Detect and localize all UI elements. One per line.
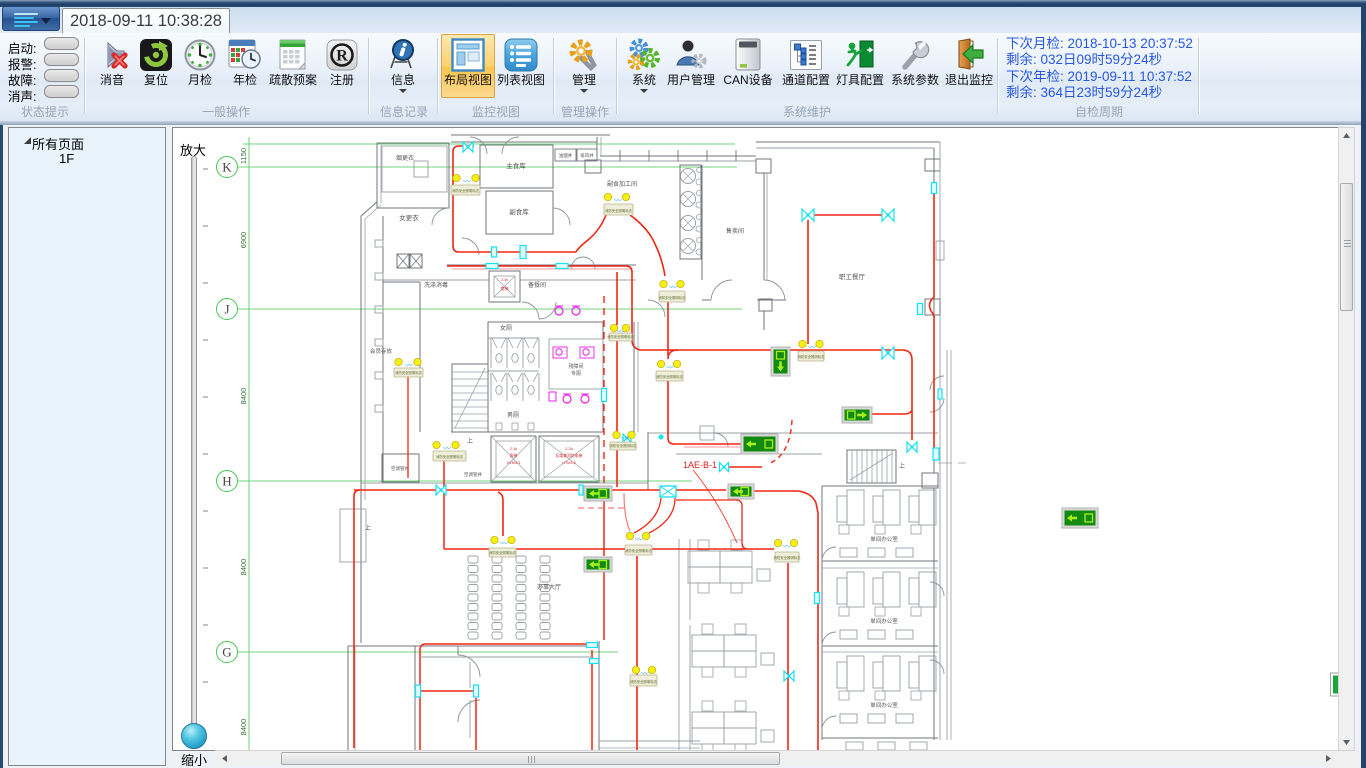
svg-text:消防安全照明标志: 消防安全照明标志 xyxy=(607,334,635,339)
svg-text:HTM4.5: HTM4.5 xyxy=(507,461,521,465)
svg-text:消防安全照明标志: 消防安全照明标志 xyxy=(395,370,423,375)
svg-text:HTM4.5: HTM4.5 xyxy=(562,461,576,465)
svg-text:2-2#: 2-2# xyxy=(565,447,573,451)
svg-text:8400: 8400 xyxy=(239,388,248,405)
svg-text:消防安全照明标志: 消防安全照明标志 xyxy=(630,679,658,684)
svg-text:男厕: 男厕 xyxy=(507,412,519,419)
svg-text:女厕: 女厕 xyxy=(500,324,512,332)
svg-text:食梯: 食梯 xyxy=(501,285,509,291)
svg-text:8400: 8400 xyxy=(239,559,248,576)
svg-text:1AE-B-1: 1AE-B-1 xyxy=(683,460,717,470)
svg-text:备餐间: 备餐间 xyxy=(528,281,546,289)
svg-text:单间办公室: 单间办公室 xyxy=(870,617,898,625)
svg-text:消防安全照明标志: 消防安全照明标志 xyxy=(605,208,633,213)
svg-text:6900: 6900 xyxy=(239,232,248,249)
svg-text:2-3#: 2-3# xyxy=(501,278,508,282)
svg-text:空调管井: 空调管井 xyxy=(391,465,409,472)
svg-text:客梯: 客梯 xyxy=(510,453,518,458)
svg-text:8400: 8400 xyxy=(239,719,248,736)
svg-text:上: 上 xyxy=(365,524,371,532)
svg-text:H: H xyxy=(222,474,231,489)
svg-text:空调管井: 空调管井 xyxy=(464,471,482,478)
svg-text:残障间: 残障间 xyxy=(568,363,583,370)
svg-text:消防安全照明标志: 消防安全照明标志 xyxy=(658,295,686,300)
svg-text:K: K xyxy=(222,160,232,175)
svg-text:消防安全照明标志: 消防安全照明标志 xyxy=(609,443,637,448)
svg-text:售卖间: 售卖间 xyxy=(726,227,744,235)
svg-text:上: 上 xyxy=(467,437,473,445)
svg-text:主食库: 主食库 xyxy=(506,161,526,170)
svg-text:J: J xyxy=(224,302,229,317)
svg-text:上: 上 xyxy=(899,462,905,470)
svg-text:副食加工间: 副食加工间 xyxy=(607,180,637,188)
svg-text:消防安全照明标志: 消防安全照明标志 xyxy=(489,550,517,555)
svg-text:消防安全照明标志: 消防安全照明标志 xyxy=(452,188,480,193)
svg-text:职工餐厅: 职工餐厅 xyxy=(839,272,866,281)
svg-text:2-1#: 2-1# xyxy=(510,447,518,451)
svg-text:副食库: 副食库 xyxy=(509,207,529,216)
svg-text:油烟井: 油烟井 xyxy=(559,152,573,159)
svg-text:洗涤消毒: 洗涤消毒 xyxy=(424,281,448,289)
svg-text:R: R xyxy=(336,48,348,65)
svg-text:消防安全照明标志: 消防安全照明标志 xyxy=(625,548,653,553)
svg-text:女更衣: 女更衣 xyxy=(399,213,419,222)
svg-text:专厕: 专厕 xyxy=(571,370,581,377)
svg-text:会员存放: 会员存放 xyxy=(370,347,393,355)
svg-text:G: G xyxy=(222,645,231,660)
svg-text:消防安全照明标志: 消防安全照明标志 xyxy=(656,374,684,379)
svg-text:消防安全照明标志: 消防安全照明标志 xyxy=(436,454,464,459)
svg-text:1150: 1150 xyxy=(239,148,248,164)
svg-text:单间办公室: 单间办公室 xyxy=(870,701,898,709)
svg-text:排风井: 排风井 xyxy=(580,152,594,159)
svg-text:消防安全照明标志: 消防安全照明标志 xyxy=(797,354,825,359)
svg-text:办事大厅: 办事大厅 xyxy=(537,583,561,591)
svg-text:单间办公室: 单间办公室 xyxy=(870,535,898,543)
svg-text:消防安全照明标志: 消防安全照明标志 xyxy=(773,555,801,560)
svg-text:扣架兼消防电梯: 扣架兼消防电梯 xyxy=(556,453,583,458)
svg-text:烟更衣: 烟更衣 xyxy=(396,154,414,162)
